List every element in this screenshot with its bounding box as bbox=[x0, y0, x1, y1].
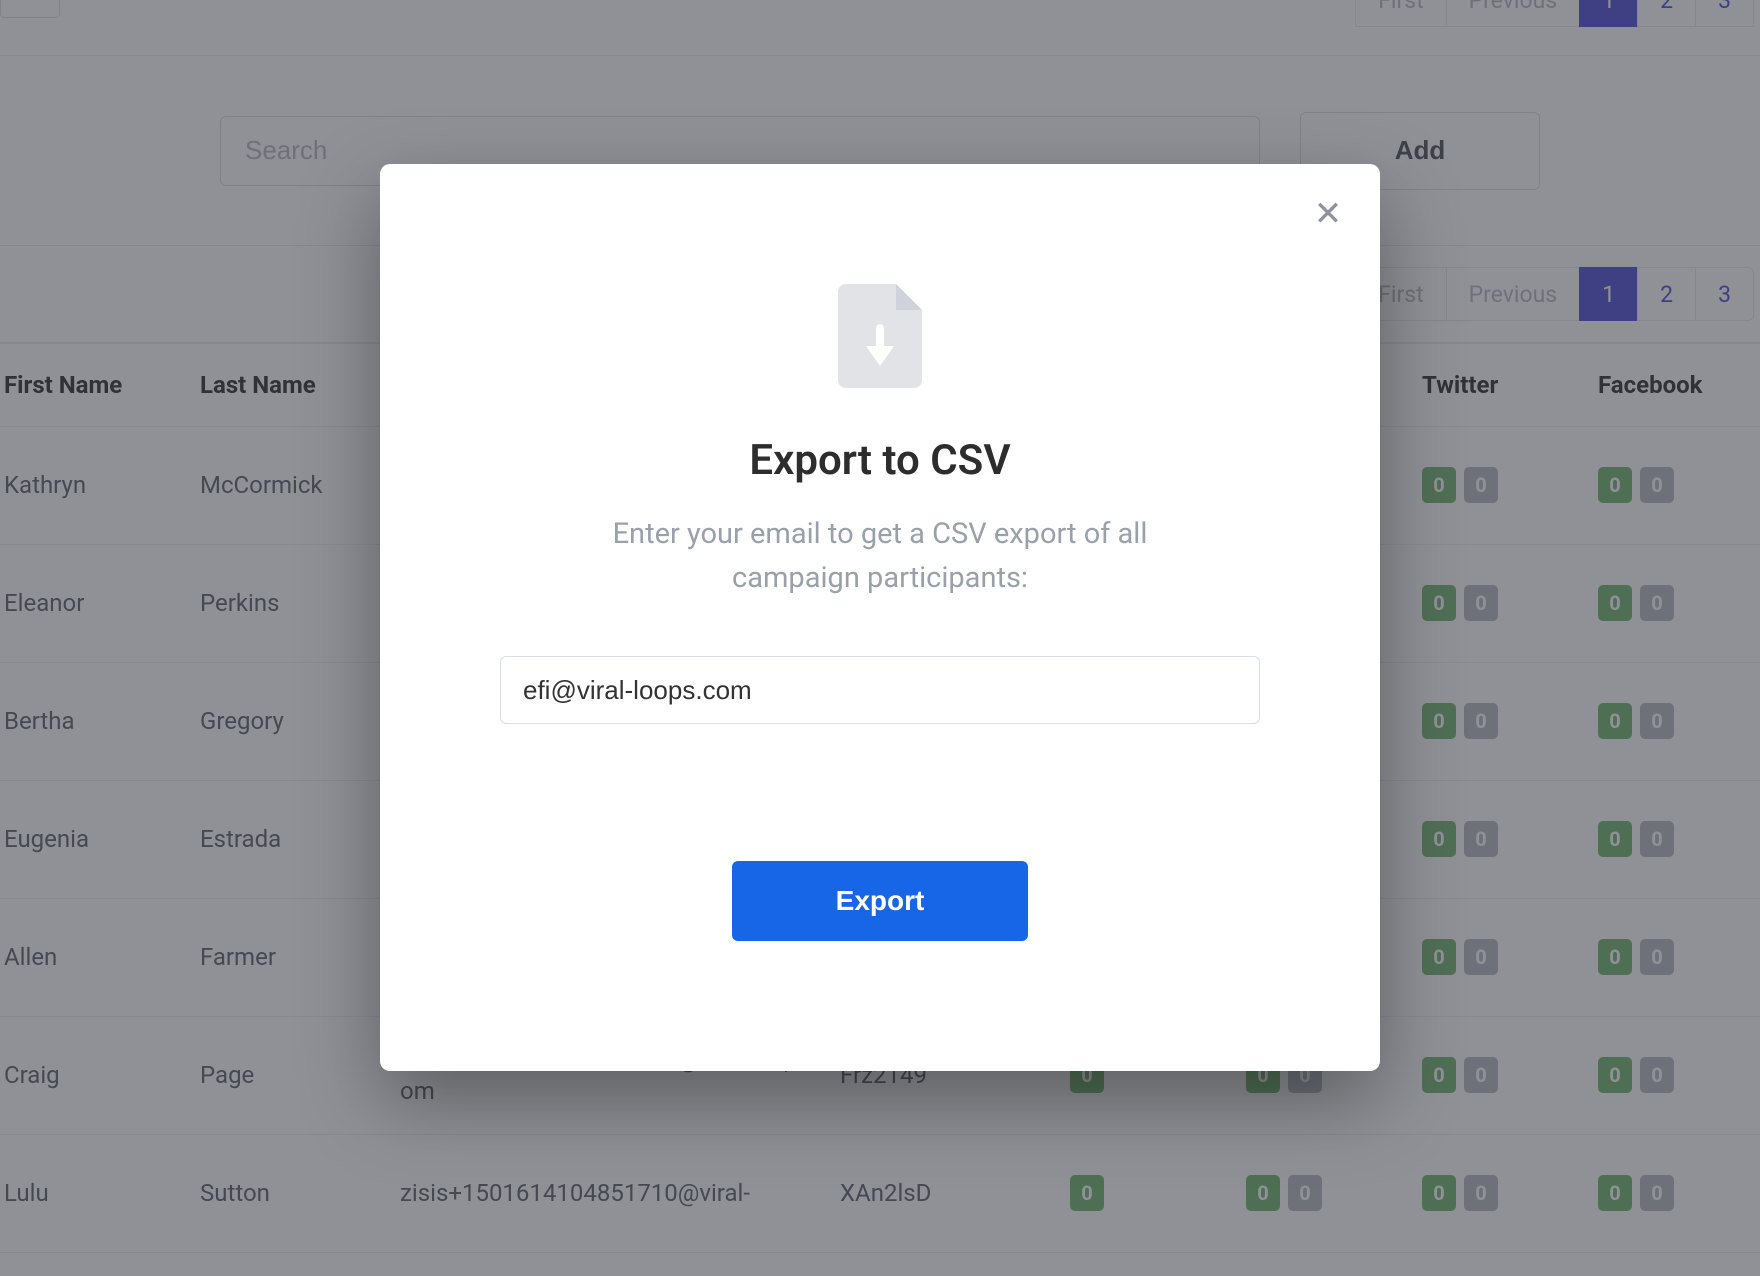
modal-overlay[interactable]: ✕ Export to CSV Enter your email to get … bbox=[0, 0, 1760, 1276]
close-button[interactable]: ✕ bbox=[1310, 196, 1346, 232]
modal-title: Export to CSV bbox=[440, 436, 1320, 485]
email-input[interactable] bbox=[500, 656, 1260, 724]
modal-subtitle: Enter your email to get a CSV export of … bbox=[550, 513, 1210, 600]
export-modal: ✕ Export to CSV Enter your email to get … bbox=[380, 164, 1380, 1071]
close-icon: ✕ bbox=[1314, 195, 1343, 233]
export-button[interactable]: Export bbox=[732, 861, 1028, 941]
download-file-icon bbox=[838, 284, 922, 392]
